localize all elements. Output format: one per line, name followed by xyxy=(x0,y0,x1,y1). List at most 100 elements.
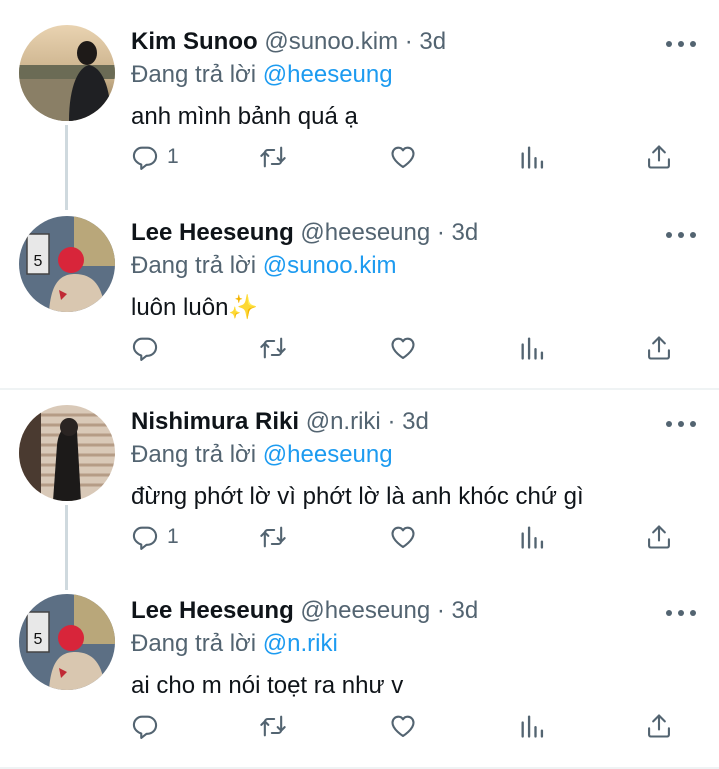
avatar-heeseung-icon: 5 xyxy=(19,594,115,690)
separator-dot: · xyxy=(404,28,413,55)
share-button[interactable] xyxy=(645,711,673,741)
reply-icon xyxy=(131,712,159,740)
like-button[interactable] xyxy=(389,142,417,172)
reply-icon xyxy=(131,143,159,171)
replying-to-label: Đang trả lời xyxy=(131,630,257,657)
tweet-header: Kim Sunoo @sunoo.kim · 3d xyxy=(131,27,446,57)
analytics-icon xyxy=(518,143,546,171)
reply-button[interactable]: 1 xyxy=(131,522,179,552)
replying-to-label: Đang trả lời xyxy=(131,441,257,468)
mention-link[interactable]: @n.riki xyxy=(263,630,338,657)
avatar[interactable] xyxy=(19,25,115,121)
share-icon xyxy=(645,523,673,551)
retweet-icon xyxy=(259,523,287,551)
reply-icon xyxy=(131,523,159,551)
share-icon xyxy=(645,334,673,362)
heart-icon xyxy=(389,334,417,362)
mention-link[interactable]: @sunoo.kim xyxy=(263,252,397,279)
tweet-text-content: ai cho m nói toẹt ra như v xyxy=(131,672,404,699)
separator-dot: · xyxy=(436,219,445,246)
analytics-button[interactable] xyxy=(518,522,546,552)
reply-button[interactable] xyxy=(131,711,167,741)
replying-to: Đang trả lời @sunoo.kim xyxy=(131,251,397,281)
avatar-sunoo-icon xyxy=(19,25,115,121)
tweet-text-content: anh mình bảnh quá ạ xyxy=(131,103,358,130)
analytics-icon xyxy=(518,334,546,362)
replying-to-label: Đang trả lời xyxy=(131,252,257,279)
retweet-icon xyxy=(259,143,287,171)
like-button[interactable] xyxy=(389,711,417,741)
author-name[interactable]: Kim Sunoo xyxy=(131,28,258,55)
analytics-icon xyxy=(518,523,546,551)
share-button[interactable] xyxy=(645,142,673,172)
reply-icon xyxy=(131,334,159,362)
author-handle[interactable]: @heeseung xyxy=(300,219,430,246)
tweet[interactable]: 5 Lee Heeseung @heeseung · 3d Đang trả l… xyxy=(0,191,719,381)
avatar-heeseung-icon: 5 xyxy=(19,216,115,312)
analytics-button[interactable] xyxy=(518,333,546,363)
more-icon[interactable] xyxy=(666,607,696,619)
like-button[interactable] xyxy=(389,522,417,552)
action-bar xyxy=(131,711,681,741)
heart-icon xyxy=(389,523,417,551)
share-icon xyxy=(645,143,673,171)
more-icon[interactable] xyxy=(666,418,696,430)
timestamp[interactable]: 3d xyxy=(452,597,479,624)
more-icon[interactable] xyxy=(666,229,696,241)
tweet[interactable]: Nishimura Riki @n.riki · 3d Đang trả lời… xyxy=(0,380,719,570)
avatar[interactable] xyxy=(19,405,115,501)
tweet-header: Lee Heeseung @heeseung · 3d xyxy=(131,596,478,626)
more-icon[interactable] xyxy=(666,38,696,50)
share-button[interactable] xyxy=(645,522,673,552)
retweet-button[interactable] xyxy=(259,142,287,172)
retweet-icon xyxy=(259,334,287,362)
replying-to: Đang trả lời @heeseung xyxy=(131,60,393,90)
retweet-button[interactable] xyxy=(259,333,287,363)
timestamp[interactable]: 3d xyxy=(402,408,429,435)
avatar-riki-icon xyxy=(19,405,115,501)
author-handle[interactable]: @sunoo.kim xyxy=(264,28,398,55)
action-bar: 1 xyxy=(131,522,681,552)
heart-icon xyxy=(389,712,417,740)
avatar[interactable]: 5 xyxy=(19,216,115,312)
retweet-button[interactable] xyxy=(259,522,287,552)
like-button[interactable] xyxy=(389,333,417,363)
svg-text:5: 5 xyxy=(34,631,43,648)
replying-to: Đang trả lời @n.riki xyxy=(131,629,338,659)
share-button[interactable] xyxy=(645,333,673,363)
retweet-button[interactable] xyxy=(259,711,287,741)
heart-icon xyxy=(389,143,417,171)
tweet-text-content: luôn luôn xyxy=(131,294,229,321)
author-handle[interactable]: @n.riki xyxy=(306,408,381,435)
timestamp[interactable]: 3d xyxy=(452,219,479,246)
author-name[interactable]: Lee Heeseung xyxy=(131,219,294,246)
author-name[interactable]: Nishimura Riki xyxy=(131,408,299,435)
share-icon xyxy=(645,712,673,740)
sparkles-emoji: ✨ xyxy=(228,294,259,321)
reply-button[interactable]: 1 xyxy=(131,142,179,172)
analytics-icon xyxy=(518,712,546,740)
separator-dot: · xyxy=(387,408,396,435)
reply-count: 1 xyxy=(167,145,179,168)
action-bar xyxy=(131,333,681,363)
tweet-text: anh mình bảnh quá ạ xyxy=(131,102,358,132)
analytics-button[interactable] xyxy=(518,142,546,172)
tweet[interactable]: Kim Sunoo @sunoo.kim · 3d Đang trả lời @… xyxy=(0,0,719,190)
avatar[interactable]: 5 xyxy=(19,594,115,690)
replying-to-label: Đang trả lời xyxy=(131,61,257,88)
reply-count: 1 xyxy=(167,525,179,548)
mention-link[interactable]: @heeseung xyxy=(263,61,393,88)
svg-text:5: 5 xyxy=(34,253,43,270)
reply-button[interactable] xyxy=(131,333,167,363)
analytics-button[interactable] xyxy=(518,711,546,741)
action-bar: 1 xyxy=(131,142,681,172)
mention-link[interactable]: @heeseung xyxy=(263,441,393,468)
tweet[interactable]: 5 Lee Heeseung @heeseung · 3d Đang trả l… xyxy=(0,569,719,759)
tweet-header: Nishimura Riki @n.riki · 3d xyxy=(131,407,429,437)
separator-dot: · xyxy=(436,597,445,624)
author-name[interactable]: Lee Heeseung xyxy=(131,597,294,624)
tweet-header: Lee Heeseung @heeseung · 3d xyxy=(131,218,478,248)
author-handle[interactable]: @heeseung xyxy=(300,597,430,624)
retweet-icon xyxy=(259,712,287,740)
timestamp[interactable]: 3d xyxy=(419,28,446,55)
